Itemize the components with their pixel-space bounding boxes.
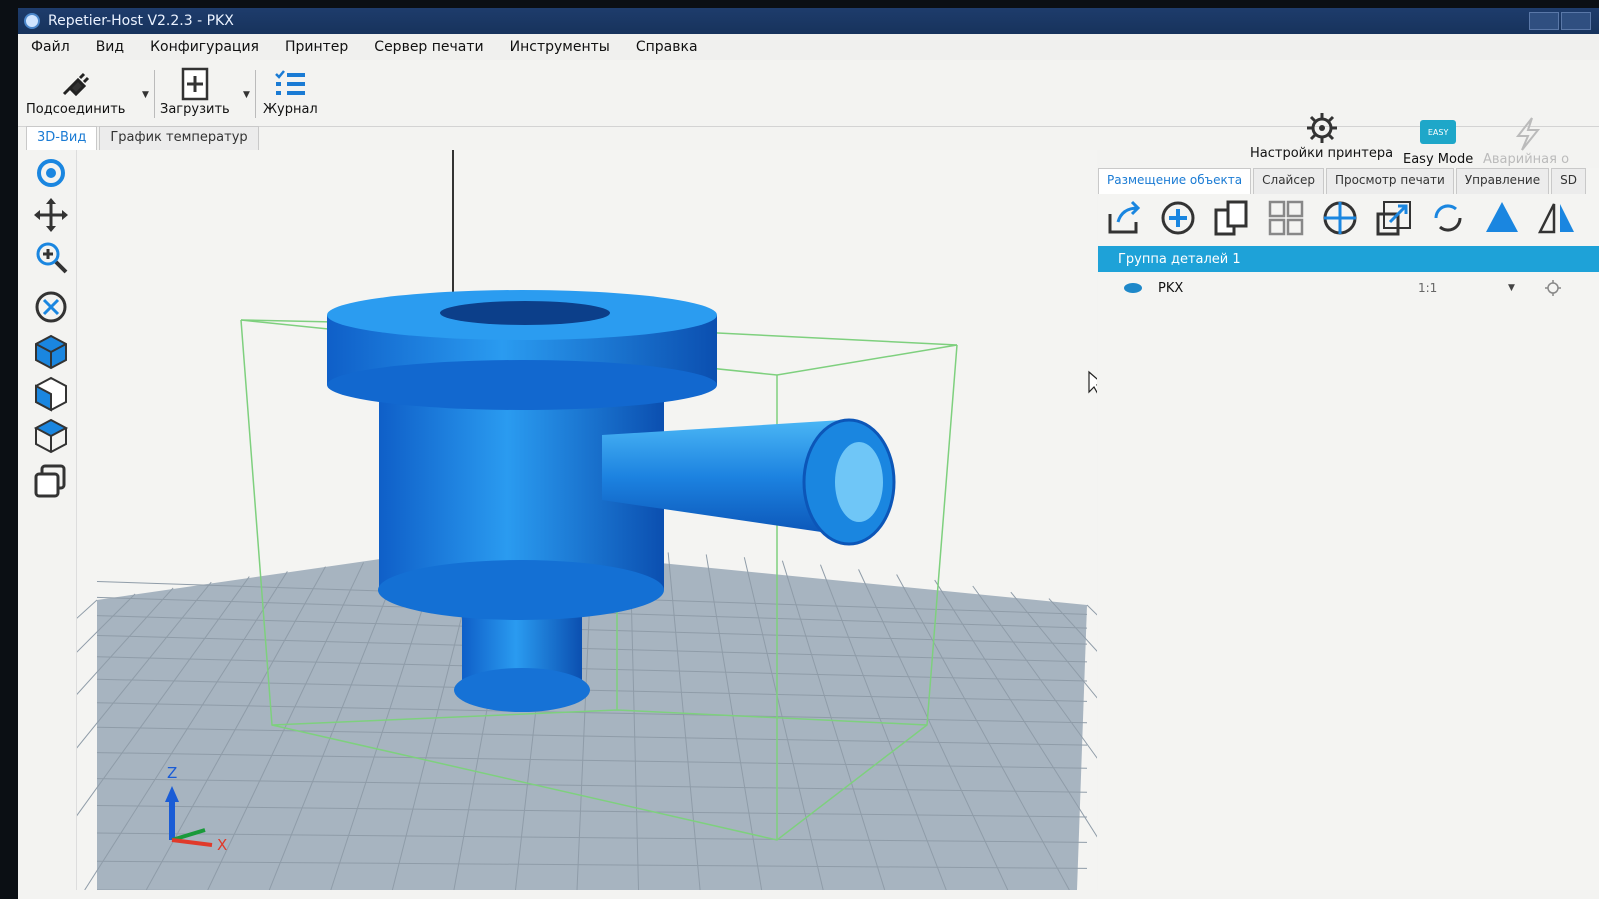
minimize-button[interactable] xyxy=(1529,12,1559,30)
load-file-icon xyxy=(181,67,209,101)
toolbar-separator xyxy=(154,70,155,118)
cut-object-icon[interactable] xyxy=(1482,198,1522,238)
emergency-label: Аварийная о xyxy=(1483,152,1570,167)
title-bar: Repetier-Host V2.2.3 - PKX xyxy=(18,8,1599,34)
object-scale: 1:1 xyxy=(1418,281,1438,295)
add-object-icon[interactable] xyxy=(1158,198,1198,238)
top-view-icon[interactable] xyxy=(32,416,70,454)
load-button[interactable]: Загрузить xyxy=(160,66,230,117)
mouse-cursor xyxy=(1088,370,1097,394)
easy-mode-button[interactable]: EASY Easy Mode xyxy=(1403,120,1473,167)
menu-file[interactable]: Файл xyxy=(18,39,83,55)
right-panel-tabs: Размещение объекта Слайсер Просмотр печа… xyxy=(1098,168,1588,194)
object-placement-panel: Размещение объекта Слайсер Просмотр печа… xyxy=(1098,168,1599,890)
grid-line xyxy=(77,599,98,619)
parallel-projection-icon[interactable] xyxy=(32,462,70,500)
scale-dropdown-arrow[interactable]: ▼ xyxy=(1508,283,1515,293)
tab-manual-control[interactable]: Управление xyxy=(1455,168,1550,194)
log-button[interactable]: Журнал xyxy=(263,66,318,117)
model-spigot-rim xyxy=(454,668,590,712)
zoom-icon[interactable] xyxy=(32,238,70,276)
model-tube-opening xyxy=(835,442,883,522)
tab-temperature-graph[interactable]: График температур xyxy=(99,126,259,150)
repetier-host-window: Repetier-Host V2.2.3 - PKX Файл Вид Конф… xyxy=(18,8,1599,899)
emergency-stop-button[interactable]: Аварийная о xyxy=(1483,116,1569,167)
object-settings-gear-icon[interactable] xyxy=(1544,279,1562,297)
tab-3d-view[interactable]: 3D-Вид xyxy=(26,126,98,150)
log-list-icon xyxy=(275,70,306,95)
window-title: Repetier-Host V2.2.3 - PKX xyxy=(48,13,234,29)
copy-objects-icon[interactable] xyxy=(1212,198,1252,238)
object-group-header[interactable]: Группа деталей 1 xyxy=(1098,246,1599,272)
export-icon[interactable] xyxy=(1104,198,1144,238)
rotate-view-icon[interactable] xyxy=(32,154,70,192)
menu-print-server[interactable]: Сервер печати xyxy=(361,39,496,55)
load-dropdown-arrow[interactable]: ▼ xyxy=(243,90,250,100)
menu-help[interactable]: Справка xyxy=(623,39,711,55)
rotate-object-icon[interactable] xyxy=(1428,198,1468,238)
z-axis-label: Z xyxy=(167,764,177,782)
tab-object-placement[interactable]: Размещение объекта xyxy=(1098,168,1252,194)
tab-slicer[interactable]: Слайсер xyxy=(1253,168,1324,194)
object-group-label: Группа деталей 1 xyxy=(1118,251,1241,267)
visibility-eye-icon[interactable] xyxy=(1124,283,1142,293)
plug-icon xyxy=(62,72,89,97)
load-label: Загрузить xyxy=(160,102,230,117)
model-body-bottom xyxy=(378,560,664,620)
easy-mode-icon: EASY xyxy=(1420,120,1457,144)
printer-settings-button[interactable]: Настройки принтера xyxy=(1250,110,1393,161)
menu-config[interactable]: Конфигурация xyxy=(137,39,272,55)
menu-tools[interactable]: Инструменты xyxy=(497,39,623,55)
tab-print-preview[interactable]: Просмотр печати xyxy=(1325,168,1454,194)
main-toolbar: Подсоединить ▼ Загрузить ▼ Журнал Настро… xyxy=(18,60,1599,167)
3d-viewport[interactable]: Z X xyxy=(76,150,1097,890)
view-tools-sidebar xyxy=(26,150,76,890)
lightning-icon xyxy=(1515,117,1541,151)
log-label: Журнал xyxy=(263,102,318,117)
grid-line xyxy=(1086,604,1097,616)
window-controls xyxy=(1529,12,1591,30)
x-axis-label: X xyxy=(217,836,227,854)
object-row[interactable]: PKX 1:1 ▼ xyxy=(1098,274,1599,302)
menu-printer[interactable]: Принтер xyxy=(272,39,361,55)
toolbar-separator xyxy=(255,70,256,118)
connect-button[interactable]: Подсоединить xyxy=(26,66,125,117)
front-view-icon[interactable] xyxy=(32,374,70,412)
app-icon xyxy=(24,13,40,29)
printer-settings-label: Настройки принтера xyxy=(1250,146,1394,161)
model-flange-bottom xyxy=(327,360,717,410)
menu-view[interactable]: Вид xyxy=(83,39,137,55)
menu-bar: Файл Вид Конфигурация Принтер Сервер печ… xyxy=(18,34,1599,60)
object-name: PKX xyxy=(1158,280,1184,296)
move-view-icon[interactable] xyxy=(32,196,70,234)
scale-object-icon[interactable] xyxy=(1374,198,1414,238)
connect-dropdown-arrow[interactable]: ▼ xyxy=(142,90,149,100)
easy-mode-label: Easy Mode xyxy=(1403,152,1474,167)
gear-icon xyxy=(1306,113,1337,143)
model-top-hole xyxy=(440,301,610,325)
center-object-icon[interactable] xyxy=(1320,198,1360,238)
maximize-button[interactable] xyxy=(1561,12,1591,30)
3d-scene[interactable]: Z X xyxy=(77,150,1097,890)
mirror-object-icon[interactable] xyxy=(1536,198,1576,238)
connect-label: Подсоединить xyxy=(26,102,126,117)
iso-view-icon[interactable] xyxy=(32,332,70,370)
object-tools xyxy=(1104,198,1576,238)
fit-view-icon[interactable] xyxy=(32,288,70,326)
tab-sd-card[interactable]: SD xyxy=(1551,168,1586,194)
view-tabs: 3D-Вид График температур xyxy=(26,126,261,150)
autoposition-icon[interactable] xyxy=(1266,198,1306,238)
